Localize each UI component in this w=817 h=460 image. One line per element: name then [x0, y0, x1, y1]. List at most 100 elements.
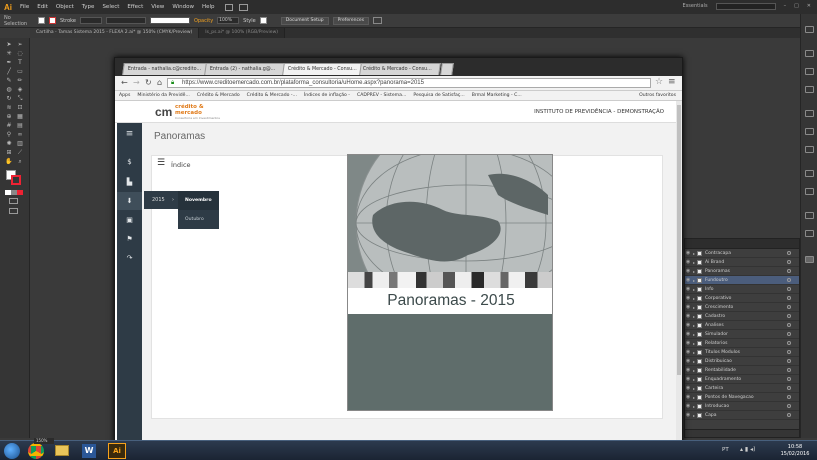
target-circle-icon[interactable] [787, 278, 791, 282]
expand-arrow-icon[interactable]: ▸ [693, 341, 695, 346]
expand-arrow-icon[interactable]: ▸ [693, 368, 695, 373]
browser-tab[interactable]: Crédito & Mercado - Consu... [357, 63, 441, 75]
visibility-eye-icon[interactable]: ◉ [685, 277, 691, 283]
zoom-status-field[interactable]: 150% [34, 438, 54, 444]
panorama-cover[interactable]: Panoramas - 2015 [347, 154, 553, 411]
bookmark[interactable]: Ministério da Previdê... [137, 91, 190, 100]
layer-row[interactable]: ◉ ▸ Fundoutro [685, 276, 799, 285]
hand-tool-icon[interactable]: ✋ [5, 158, 13, 165]
target-circle-icon[interactable] [787, 251, 791, 255]
browser-tab-active[interactable]: Crédito & Mercado - Consu... [282, 63, 362, 75]
symbols-panel-icon[interactable] [805, 86, 814, 93]
brush-field[interactable] [149, 17, 190, 24]
layer-row[interactable]: ◉ ▸ Titulos Modulos [685, 348, 799, 357]
expand-arrow-icon[interactable]: ▸ [693, 314, 695, 319]
expand-arrow-icon[interactable]: ▸ [693, 350, 695, 355]
target-circle-icon[interactable] [787, 377, 791, 381]
visibility-eye-icon[interactable]: ◉ [685, 394, 691, 400]
browser-menu-icon[interactable]: ≡ [668, 77, 676, 87]
expand-arrow-icon[interactable]: ▸ [693, 413, 695, 418]
target-circle-icon[interactable] [787, 323, 791, 327]
fill-swatch[interactable] [38, 17, 45, 24]
expand-arrow-icon[interactable]: ▸ [693, 305, 695, 310]
layer-row[interactable]: ◉ ▸ Analises [685, 321, 799, 330]
target-circle-icon[interactable] [787, 314, 791, 318]
layer-row[interactable]: ◉ ▸ Pontos de Navegacao [685, 393, 799, 402]
tray-icons[interactable]: ▴ ▮ ◂) [740, 446, 755, 453]
paintbrush-tool-icon[interactable]: ✎ [5, 77, 13, 84]
close-icon[interactable]: ✕ [807, 3, 811, 10]
eraser-tool-icon[interactable]: ◈ [16, 86, 24, 93]
stroke-swatch[interactable] [49, 17, 56, 24]
target-circle-icon[interactable] [787, 395, 791, 399]
swatches-panel-icon[interactable] [805, 50, 814, 57]
layer-row[interactable]: ◉ ▸ Simulador [685, 330, 799, 339]
month-item[interactable]: Outubro [178, 210, 219, 229]
target-circle-icon[interactable] [787, 350, 791, 354]
menu-file[interactable]: File [16, 4, 33, 10]
bookmark-other[interactable]: Outros favoritos [639, 91, 682, 100]
direct-selection-tool-icon[interactable]: ➢ [16, 41, 24, 48]
bookmark[interactable]: Apps [119, 91, 130, 100]
target-circle-icon[interactable] [787, 296, 791, 300]
visibility-eye-icon[interactable]: ◉ [685, 286, 691, 292]
bookmark[interactable]: Pesquisa de Satisfaç... [413, 91, 464, 100]
pen-tool-icon[interactable]: ✒ [5, 59, 13, 66]
slice-tool-icon[interactable]: ⟋ [16, 149, 24, 156]
mesh-tool-icon[interactable]: # [5, 122, 13, 129]
visibility-eye-icon[interactable]: ◉ [685, 349, 691, 355]
layer-row[interactable]: ◉ ▸ Distribuicao [685, 357, 799, 366]
visibility-eye-icon[interactable]: ◉ [685, 295, 691, 301]
layer-row[interactable]: ◉ ▸ Crescimento [685, 303, 799, 312]
layer-row[interactable]: ◉ ▸ Enquadramento [685, 375, 799, 384]
visibility-eye-icon[interactable]: ◉ [685, 313, 691, 319]
visibility-eye-icon[interactable]: ◉ [685, 340, 691, 346]
variable-width-field[interactable] [105, 17, 146, 24]
menu-effect[interactable]: Effect [123, 4, 147, 10]
visibility-eye-icon[interactable]: ◉ [685, 358, 691, 364]
target-circle-icon[interactable] [787, 404, 791, 408]
browser-tab[interactable]: Entrada - nathalia.c@credito... [122, 63, 209, 75]
bookmark[interactable]: Brmal Marketing - C... [472, 91, 522, 100]
free-transform-tool-icon[interactable]: ⊡ [16, 104, 24, 111]
rectangle-tool-icon[interactable]: ▭ [16, 68, 24, 75]
explorer-taskbar-icon[interactable] [55, 445, 69, 456]
expand-arrow-icon[interactable]: ▸ [693, 251, 695, 256]
opacity-field[interactable]: 100% [217, 17, 240, 24]
expand-arrow-icon[interactable]: ▸ [693, 287, 695, 292]
list-icon[interactable]: ☰ [157, 158, 165, 168]
clock[interactable]: 10:58 15/02/2016 [778, 444, 812, 458]
visibility-eye-icon[interactable]: ◉ [685, 385, 691, 391]
new-tab-button[interactable] [440, 63, 454, 75]
scale-tool-icon[interactable]: ⤡ [16, 95, 24, 102]
preferences-button[interactable]: Preferences [332, 16, 370, 25]
visibility-eye-icon[interactable]: ◉ [685, 367, 691, 373]
layer-row[interactable]: ◉ ▸ Relatorios [685, 339, 799, 348]
menu-edit[interactable]: Edit [33, 4, 52, 10]
target-circle-icon[interactable] [787, 269, 791, 273]
language-indicator[interactable]: PT [722, 447, 729, 453]
browser-tab[interactable]: Entrada (2) - nathalia.g@... [204, 63, 286, 75]
reload-icon[interactable]: ↻ [145, 78, 152, 87]
minimize-icon[interactable]: – [784, 3, 787, 10]
visibility-eye-icon[interactable]: ◉ [685, 250, 691, 256]
bridge-icon[interactable] [224, 3, 233, 11]
visibility-eye-icon[interactable]: ◉ [685, 259, 691, 265]
expand-arrow-icon[interactable]: ▸ [693, 323, 695, 328]
color-panel-icon[interactable] [805, 26, 814, 33]
nav-share-icon[interactable]: ↷ [117, 249, 142, 267]
target-circle-icon[interactable] [787, 368, 791, 372]
url-input[interactable]: 🔒︎ https://www.creditoemercado.com.br/pl… [167, 78, 651, 88]
graphic-styles-panel-icon[interactable] [805, 188, 814, 195]
visibility-eye-icon[interactable]: ◉ [685, 376, 691, 382]
expand-arrow-icon[interactable]: ▸ [693, 332, 695, 337]
nav-building-icon[interactable]: ▙ [117, 173, 142, 191]
year-item[interactable]: 2015 › [144, 191, 178, 209]
expand-arrow-icon[interactable]: ▸ [693, 260, 695, 265]
back-icon[interactable]: ← [121, 78, 128, 87]
layer-row[interactable]: ◉ ▸ Rentabilidade [685, 366, 799, 375]
scrollbar-thumb[interactable] [677, 105, 681, 375]
bookmark[interactable]: Crédito & Mercado [197, 91, 240, 100]
magic-wand-tool-icon[interactable]: ✳ [5, 50, 13, 57]
doc-tab-active[interactable]: Cartilha - Tamas Sistema 2015 - FLEXA 2.… [30, 28, 200, 38]
